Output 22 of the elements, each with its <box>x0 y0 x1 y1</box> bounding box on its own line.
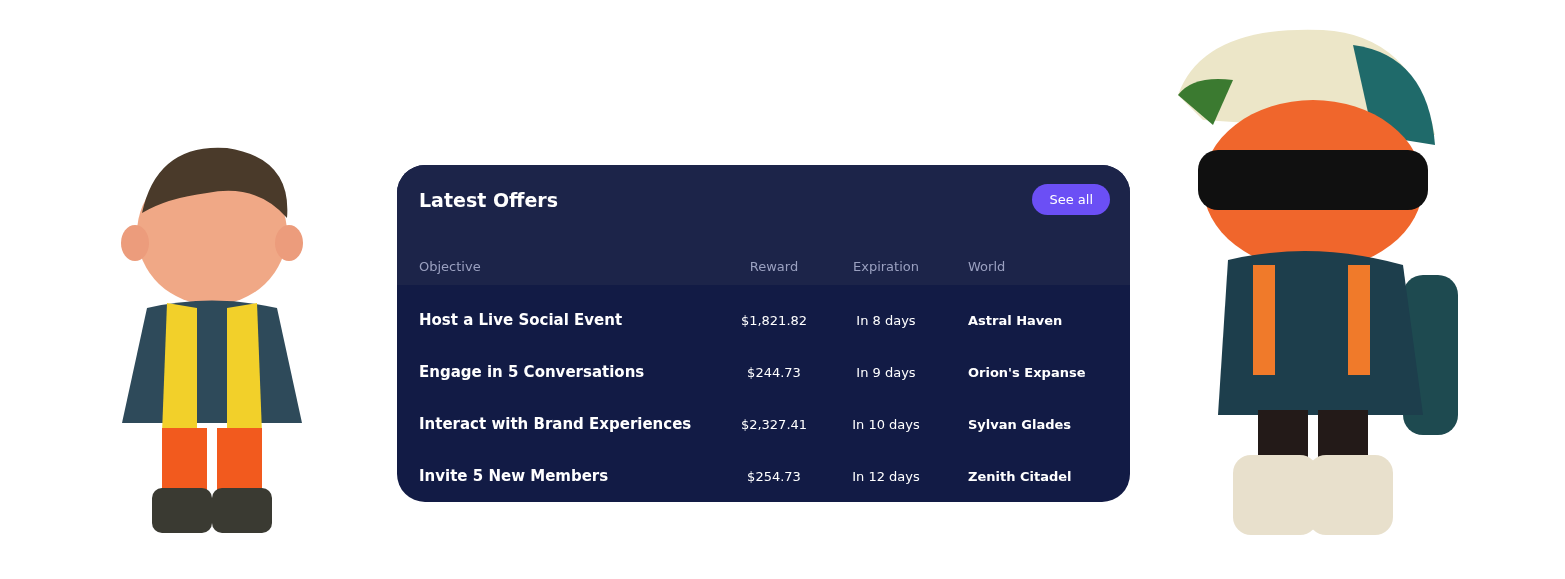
table-cell-text: Sylvan Glades <box>967 416 1073 432</box>
table-cell-text: Engage in 5 Conversations <box>419 363 646 381</box>
table-cell-text: Interact with Brand Experiences <box>419 415 693 433</box>
table-cell-text: Zenith Citadel <box>967 468 1073 484</box>
table-cell-text: $244.73 <box>746 364 802 380</box>
column-header: World <box>967 258 1007 274</box>
table-cell-text: $1,821.82 <box>739 312 809 328</box>
column-header: Expiration <box>852 258 920 274</box>
table-cell-text: In 8 days <box>855 312 917 328</box>
table-cell-text: Astral Haven <box>967 312 1064 328</box>
table-cell-text: In 9 days <box>855 364 917 380</box>
table-cell-text: Invite 5 New Members <box>419 467 610 485</box>
table-cell-text: $254.73 <box>746 468 802 484</box>
column-header: Objective <box>419 258 482 274</box>
table-cell-text: $2,327.41 <box>739 416 809 432</box>
table-cell-text: Host a Live Social Event <box>419 311 624 329</box>
table-cell-text: In 10 days <box>851 416 921 432</box>
table-cell-text: In 12 days <box>851 468 921 484</box>
card-title: Latest Offers <box>419 188 558 211</box>
table-cell-text: Orion's Expanse <box>967 364 1087 380</box>
column-header: Reward <box>748 258 800 274</box>
see-all-button[interactable]: See all <box>1032 184 1110 215</box>
